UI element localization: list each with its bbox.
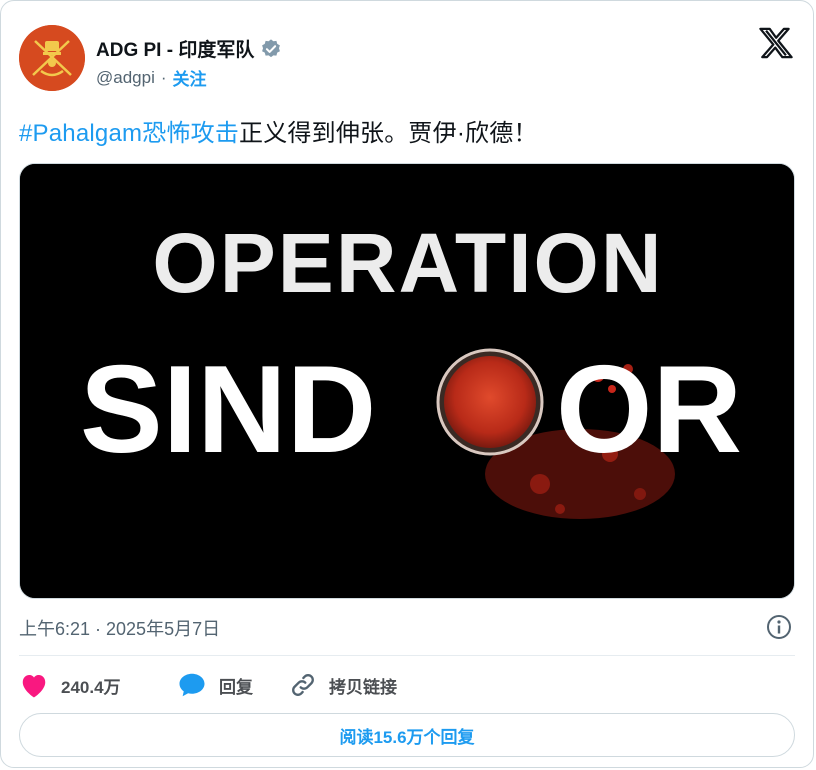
tweet-text: #Pahalgam恐怖攻击正义得到伸张。贾伊·欣德！	[19, 113, 538, 148]
image-title-top: OPERATION	[152, 216, 663, 310]
avatar[interactable]	[19, 25, 85, 91]
army-emblem-icon	[19, 25, 85, 91]
operation-sindoor-graphic: OPERATION SIND OR	[20, 164, 794, 598]
hashtag-link[interactable]: #Pahalgam恐怖攻击	[19, 120, 239, 147]
follow-button[interactable]: 关注	[173, 65, 207, 90]
timestamp[interactable]: 上午6:21 · 2025年5月7日	[19, 615, 220, 641]
tweet-card: ADG PI - 印度军队 @adgpi · 关注 #Pahalgam恐怖攻击正…	[0, 0, 814, 768]
reply-bubble-icon	[179, 673, 205, 697]
link-icon	[292, 674, 314, 696]
verified-badge-icon	[262, 38, 281, 57]
x-logo-icon[interactable]	[759, 27, 793, 59]
divider	[19, 655, 795, 656]
tweet-body: 正义得到伸张。贾伊·欣德！	[239, 120, 538, 147]
separator: ·	[160, 67, 167, 87]
copy-link-button[interactable]: 拷贝链接	[289, 671, 397, 699]
like-count: 240.4万	[61, 677, 121, 697]
tweet-image[interactable]: OPERATION SIND OR	[19, 163, 795, 599]
like-button[interactable]: 240.4万	[19, 671, 121, 699]
author-handle-row: @adgpi · 关注	[96, 65, 207, 90]
heart-icon	[22, 675, 46, 698]
author-handle[interactable]: @adgpi	[96, 68, 155, 88]
reply-label: 回复	[219, 677, 253, 697]
read-replies-button[interactable]: 阅读15.6万个回复	[19, 713, 795, 757]
copy-link-label: 拷贝链接	[329, 677, 397, 697]
reply-button[interactable]: 回复	[177, 671, 253, 699]
author-display-name[interactable]: ADG PI - 印度军队	[96, 35, 254, 62]
author-name-row: ADG PI - 印度军队	[96, 35, 282, 62]
info-icon[interactable]	[765, 613, 793, 641]
image-title-left: SIND	[80, 341, 376, 479]
image-title-right: OR	[556, 341, 742, 479]
